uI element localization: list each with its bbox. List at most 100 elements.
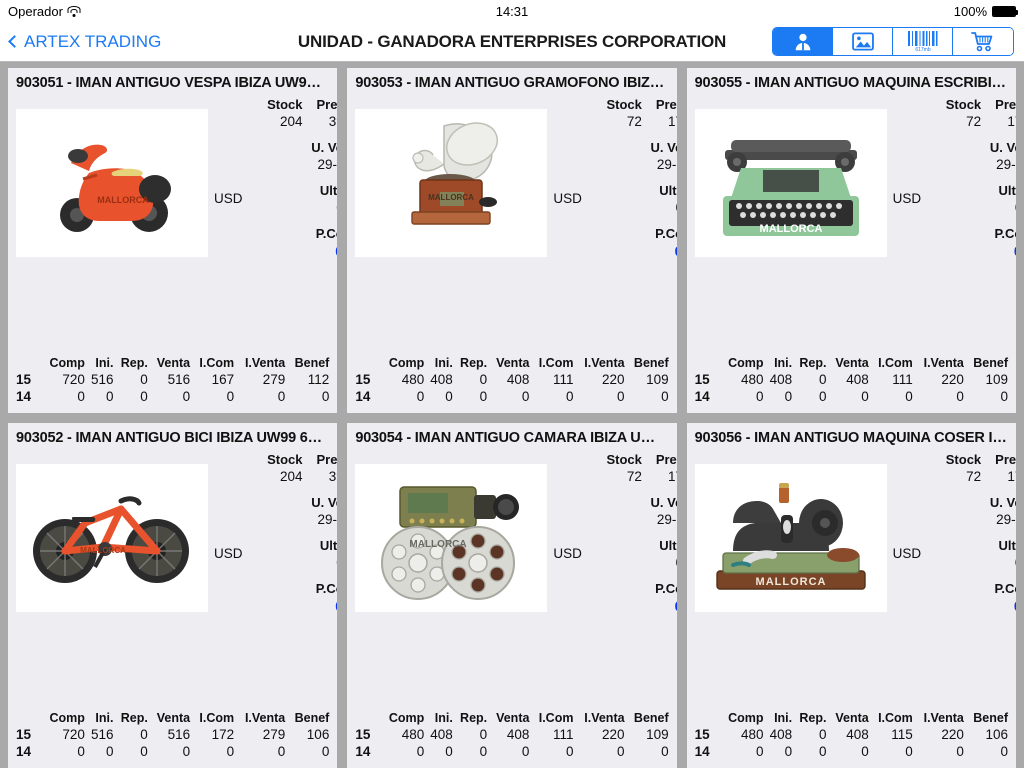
u-venta-block: U. Venta 29-may: [582, 495, 677, 529]
product-info: USD Stock 204 Prev. % 39.53 U. Venta: [208, 95, 337, 352]
product-photo[interactable]: MALLORCA: [694, 109, 887, 257]
stats-cell: 516: [167, 372, 191, 387]
ult-pc-label: Ult. PC: [319, 538, 338, 553]
stats-cell: 172: [211, 727, 235, 742]
stock-prev-row: Stock 72 Prev. % 17.65: [582, 452, 676, 486]
p-coste-value: 0.32: [243, 597, 337, 615]
image-icon: [851, 32, 874, 51]
svg-text:MALLORCA: MALLORCA: [428, 193, 474, 202]
stats-header: I.Venta: [244, 711, 286, 725]
currency-label: USD: [892, 191, 922, 206]
product-title: 903056 - IMAN ANTIGUO MAQUINA COSER I…: [694, 430, 1007, 446]
currency-label: USD: [214, 191, 243, 206]
stats-cell: 0: [479, 727, 488, 742]
stats-row-label: 14: [694, 744, 710, 759]
stats-cell: 0: [661, 389, 669, 404]
stats-header: Rep.: [799, 711, 827, 725]
u-venta-block: U. Venta 29-may: [921, 140, 1016, 174]
stats-cell: 220: [602, 727, 625, 742]
stock-value: 72: [626, 114, 642, 129]
segment-person[interactable]: [773, 28, 833, 55]
product-card[interactable]: 903054 - IMAN ANTIGUO CAMARA IBIZA U… MA…: [347, 423, 677, 768]
currency-label: USD: [214, 546, 243, 561]
stats-header: Venta: [156, 711, 191, 725]
stats-cell: 480: [401, 727, 425, 742]
product-metrics: Stock 204 Prev. % 39.53 U. Venta 29-may: [243, 95, 337, 352]
svg-text:MALLORCA: MALLORCA: [80, 546, 126, 555]
product-card[interactable]: 903055 - IMAN ANTIGUO MAQUINA ESCRIBI… M…: [686, 68, 1016, 413]
stats-cell: 0: [956, 744, 964, 759]
product-stats-table: Comp Ini. Rep. Venta I.Com I.Venta Benef 15 720…: [8, 356, 337, 413]
table-row: 14 0 0 0 0 0 0 0: [695, 388, 1008, 405]
stats-cell: 0: [105, 744, 114, 759]
stock-value: 204: [279, 114, 303, 129]
product-metrics: Stock 204 Prev. % 39.53 U. Venta 29-may: [243, 450, 338, 707]
back-button[interactable]: ARTEX TRADING: [8, 32, 161, 52]
segment-cart[interactable]: [953, 28, 1013, 55]
carrier-label: Operador: [8, 3, 63, 19]
stock-label: Stock: [267, 452, 303, 467]
stats-cell: 0: [905, 744, 913, 759]
stats-header: I.Com: [878, 711, 913, 725]
stats-cell: 0: [565, 744, 574, 759]
u-venta-value: 29-may: [996, 512, 1016, 527]
table-row: 14 0 0 0 0 0 0 0: [695, 743, 1008, 760]
stats-cell: 0: [818, 727, 827, 742]
product-info: USD Stock 204 Prev. % 39.53 U. Venta: [208, 450, 337, 707]
product-info: USD Stock 72 Prev. % 17.65 U. Venta: [547, 450, 676, 707]
stats-header: Venta: [156, 356, 191, 370]
ult-pc-label: Ult. PC: [659, 538, 677, 553]
product-card[interactable]: 903056 - IMAN ANTIGUO MAQUINA COSER I… M…: [686, 423, 1016, 768]
prev-pct-label: Prev. %: [316, 452, 338, 467]
stats-header: Comp: [49, 711, 85, 725]
product-photo[interactable]: MALLORCA: [694, 464, 887, 612]
stock-value: 72: [626, 469, 642, 484]
stats-cell: 0: [105, 389, 114, 404]
u-venta-label: U. Venta: [311, 495, 337, 510]
segment-image[interactable]: [833, 28, 893, 55]
table-row: 15 720 516 0 516 167 279 112: [16, 371, 329, 388]
ult-pc-value: 0.31: [582, 554, 677, 572]
product-photo[interactable]: MALLORCA: [355, 109, 548, 257]
product-photo[interactable]: MALLORCA: [16, 464, 208, 612]
stats-cell: 0: [479, 389, 488, 404]
ult-pc-value: 0.31: [582, 199, 677, 217]
stats-cell: 720: [62, 727, 85, 742]
segment-barcode[interactable]: 617mb: [893, 28, 953, 55]
stats-cell: 0: [445, 389, 453, 404]
gramophone-magnet: MALLORCA: [384, 116, 519, 251]
stock-prev-row: Stock 72 Prev. % 17.65: [582, 97, 676, 131]
prev-pct-label: Prev. %: [995, 452, 1016, 467]
stats-cell: 0: [140, 389, 148, 404]
stock-prev-row: Stock 204 Prev. % 39.53: [243, 97, 337, 131]
stats-cell: 0: [445, 744, 453, 759]
p-coste-value: 0.32: [921, 597, 1016, 615]
movie-camera-magnet: MALLORCA: [366, 471, 536, 606]
table-header-row: Comp Ini. Rep. Venta I.Com I.Venta Benef: [695, 356, 1008, 371]
product-photo[interactable]: MALLORCA: [355, 464, 548, 612]
stats-header: Benef: [294, 711, 330, 725]
stats-cell: 0: [416, 744, 425, 759]
stats-header: Benef: [973, 711, 1008, 725]
product-title: 903054 - IMAN ANTIGUO CAMARA IBIZA U…: [355, 430, 655, 446]
u-venta-block: U. Venta 29-may: [243, 140, 337, 174]
segmented-control[interactable]: 617mb: [772, 27, 1014, 56]
stats-header: I.Com: [199, 711, 235, 725]
stats-row-label: 15: [694, 727, 710, 742]
product-stats-table: Comp Ini. Rep. Venta I.Com I.Venta Benef 15 480…: [687, 711, 1016, 768]
product-card[interactable]: 903052 - IMAN ANTIGUO BICI IBIZA UW99 6…: [8, 423, 338, 768]
stats-cell: 0: [140, 744, 148, 759]
stats-cell: 480: [401, 372, 425, 387]
stats-cell: 109: [646, 727, 669, 742]
stats-header: Ini.: [434, 356, 453, 370]
stats-header: Comp: [388, 711, 425, 725]
prev-pct-block: Prev. % 39.53: [303, 452, 338, 486]
stats-row-label: 15: [16, 727, 32, 742]
u-venta-value: 29-may: [656, 157, 677, 172]
product-card[interactable]: 903053 - IMAN ANTIGUO GRAMOFONO IBIZ… MA…: [347, 68, 677, 413]
product-photo[interactable]: MALLORCA: [16, 109, 208, 257]
stats-row-label: 14: [694, 389, 710, 404]
u-venta-value: 29-may: [996, 157, 1016, 172]
product-card[interactable]: 903051 - IMAN ANTIGUO VESPA IBIZA UW9… M…: [8, 68, 338, 413]
stats-row-label: 15: [694, 372, 710, 387]
